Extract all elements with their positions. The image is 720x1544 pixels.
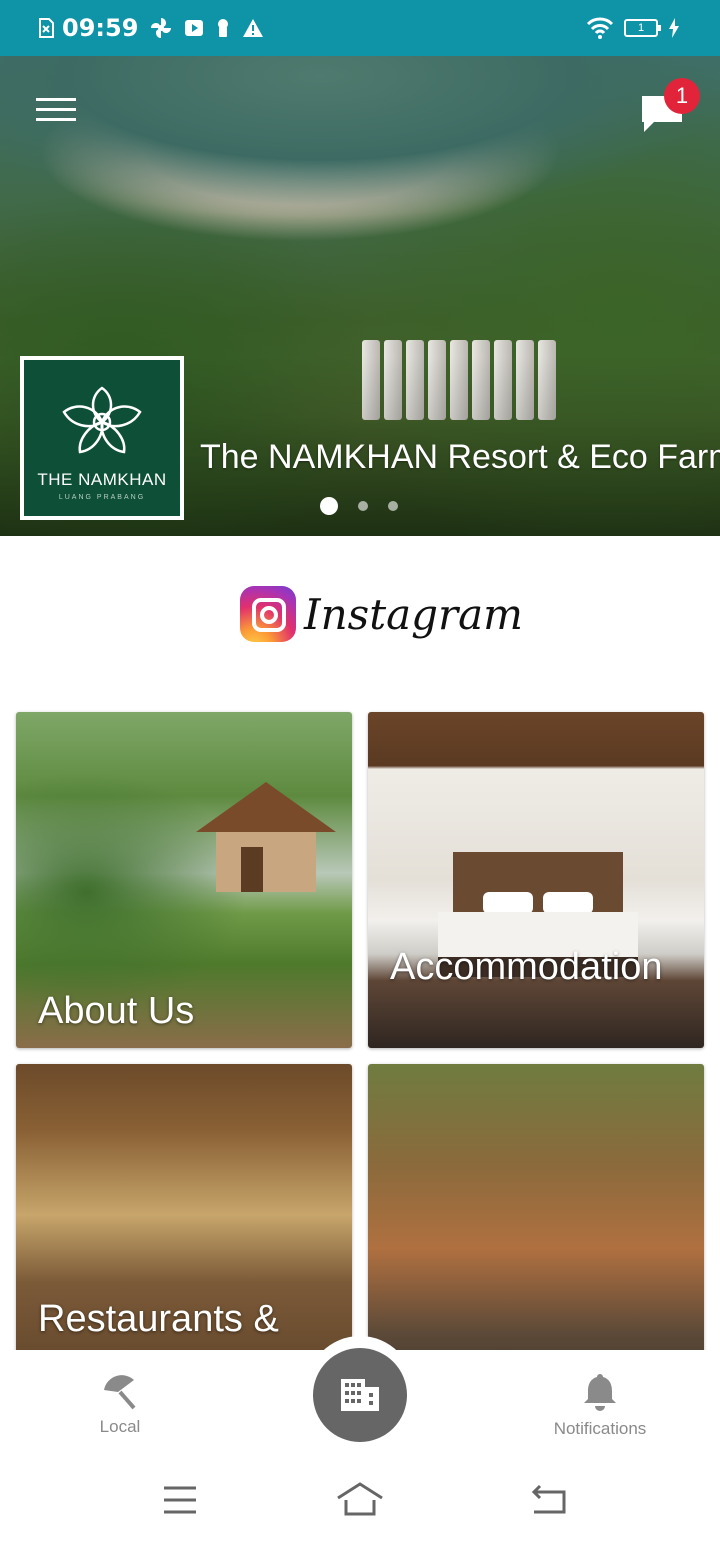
chat-badge: 1 bbox=[664, 78, 700, 114]
carousel-dot[interactable] bbox=[358, 501, 368, 511]
warning-icon bbox=[243, 19, 264, 37]
logo-title: THE NAMKHAN bbox=[37, 470, 167, 489]
carousel-dot[interactable] bbox=[388, 501, 398, 511]
status-left: 09:59 bbox=[38, 12, 264, 44]
tile-about-us[interactable]: About Us bbox=[16, 712, 352, 1048]
hero-title: The NAMKHAN Resort & Eco Farm bbox=[200, 438, 720, 476]
logo-subtitle: LUANG PRABANG bbox=[58, 494, 146, 501]
recent-apps-icon[interactable] bbox=[156, 1480, 204, 1520]
status-bar: 09:59 1 bbox=[0, 0, 720, 56]
home-fab[interactable] bbox=[313, 1348, 407, 1442]
carousel-indicator bbox=[320, 497, 398, 515]
beach-umbrella-icon bbox=[104, 1375, 136, 1410]
nav-local-label: Local bbox=[99, 1417, 141, 1436]
instagram-label: Instagram bbox=[304, 589, 523, 639]
home-icon[interactable] bbox=[336, 1480, 384, 1520]
bell-icon bbox=[584, 1374, 616, 1411]
clock: 09:59 bbox=[62, 14, 139, 42]
hero-banner[interactable]: 1 THE NAMKHAN LUANG PRABANG The NAMKHAN … bbox=[0, 56, 720, 536]
battery-level: 1 bbox=[637, 22, 645, 34]
charging-icon bbox=[669, 18, 679, 38]
tile-label: Restaurants & bbox=[38, 1298, 279, 1340]
carousel-dot[interactable] bbox=[320, 497, 338, 515]
back-icon[interactable] bbox=[526, 1480, 574, 1520]
sim-off-icon bbox=[39, 18, 54, 38]
tile-accommodation[interactable]: Accommodation bbox=[368, 712, 704, 1048]
building-icon bbox=[341, 1379, 379, 1411]
nav-notifications-label: Notifications bbox=[553, 1419, 647, 1438]
wifi-icon bbox=[586, 17, 614, 39]
nav-notifications[interactable]: Notifications bbox=[540, 1350, 660, 1456]
keyhole-icon bbox=[218, 19, 229, 37]
youtube-icon bbox=[185, 20, 204, 36]
nav-local[interactable]: Local bbox=[70, 1350, 170, 1456]
hamburger-icon[interactable] bbox=[36, 98, 76, 124]
lotus-logo-icon bbox=[62, 386, 142, 454]
instagram-link[interactable]: Instagram bbox=[240, 586, 523, 642]
battery-icon: 1 bbox=[624, 19, 661, 37]
status-right: 1 bbox=[586, 14, 680, 42]
tile-label: About Us bbox=[38, 990, 195, 1032]
instagram-icon bbox=[240, 586, 296, 642]
system-nav-bar bbox=[0, 1456, 720, 1544]
tile-image bbox=[196, 782, 336, 892]
fan-icon bbox=[151, 18, 172, 38]
tile-label: Accommodation bbox=[390, 946, 663, 988]
resort-logo: THE NAMKHAN LUANG PRABANG bbox=[20, 356, 184, 520]
